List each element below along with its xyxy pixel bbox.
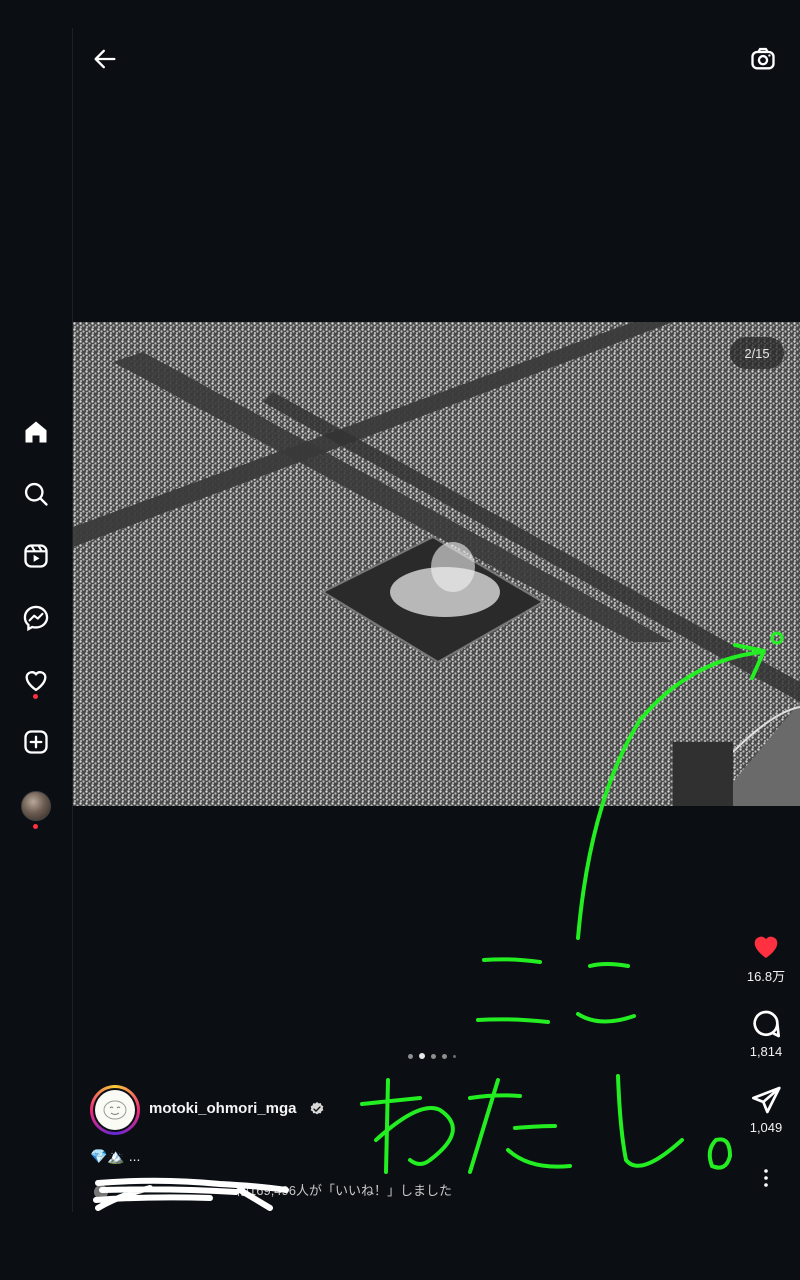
like-action[interactable]: 16.8万	[742, 930, 790, 985]
nav-profile[interactable]	[12, 782, 60, 830]
messenger-icon	[23, 605, 49, 632]
shares-count: 1,049	[749, 1120, 783, 1135]
liked-by-text[interactable]: 他169,496人が「いいね！」しました	[236, 1183, 452, 1198]
liked-by-row: 他169,496人が「いいね！」しました	[94, 1180, 452, 1199]
author-avatar[interactable]	[90, 1085, 140, 1135]
heart-outline-icon	[25, 671, 47, 692]
smiley-icon	[103, 1100, 127, 1120]
more-vertical-icon	[764, 1169, 768, 1187]
camera-button[interactable]	[746, 42, 780, 76]
carousel-dot	[442, 1053, 447, 1059]
share-action[interactable]: 1,049	[742, 1084, 790, 1135]
carousel-dot	[431, 1053, 436, 1059]
home-icon	[25, 421, 47, 443]
heart-filled-icon	[754, 936, 778, 958]
likes-count: 16.8万	[746, 969, 786, 984]
comment-action[interactable]: 1,814	[742, 1008, 790, 1059]
back-button[interactable]	[88, 42, 122, 76]
nav-messenger[interactable]	[12, 594, 60, 642]
more-options-button[interactable]	[752, 1162, 780, 1194]
comment-icon	[753, 1010, 780, 1038]
notification-dot	[33, 694, 38, 699]
reels-icon	[24, 544, 48, 568]
nav-create[interactable]	[12, 718, 60, 766]
liked-by-avatar	[94, 1184, 108, 1199]
nav-search[interactable]	[12, 470, 60, 518]
avatar	[21, 791, 51, 821]
camera-icon	[751, 47, 775, 70]
verified-badge-icon	[310, 1102, 324, 1115]
carousel-counter: 2/15	[730, 337, 784, 369]
nav-reels[interactable]	[12, 532, 60, 580]
bottom-area	[0, 1212, 800, 1280]
author-username[interactable]: motoki_ohmori_mga	[149, 1100, 297, 1117]
post-caption[interactable]: 💎🏔️ ...	[90, 1148, 140, 1165]
nav-home[interactable]	[12, 408, 60, 456]
carousel-dot	[453, 1054, 456, 1058]
paper-plane-icon	[752, 1086, 781, 1114]
arrow-left-icon	[94, 49, 116, 69]
plus-square-icon	[24, 730, 48, 754]
profile-notification-dot	[33, 824, 38, 829]
post-image[interactable]	[73, 322, 800, 806]
crowd-scene	[73, 322, 800, 806]
carousel-dot-active	[419, 1053, 425, 1059]
search-icon	[24, 482, 48, 506]
carousel-indicator	[408, 1051, 456, 1061]
comments-count: 1,814	[749, 1044, 783, 1059]
carousel-dot	[408, 1053, 413, 1059]
status-bar-area	[0, 0, 800, 28]
